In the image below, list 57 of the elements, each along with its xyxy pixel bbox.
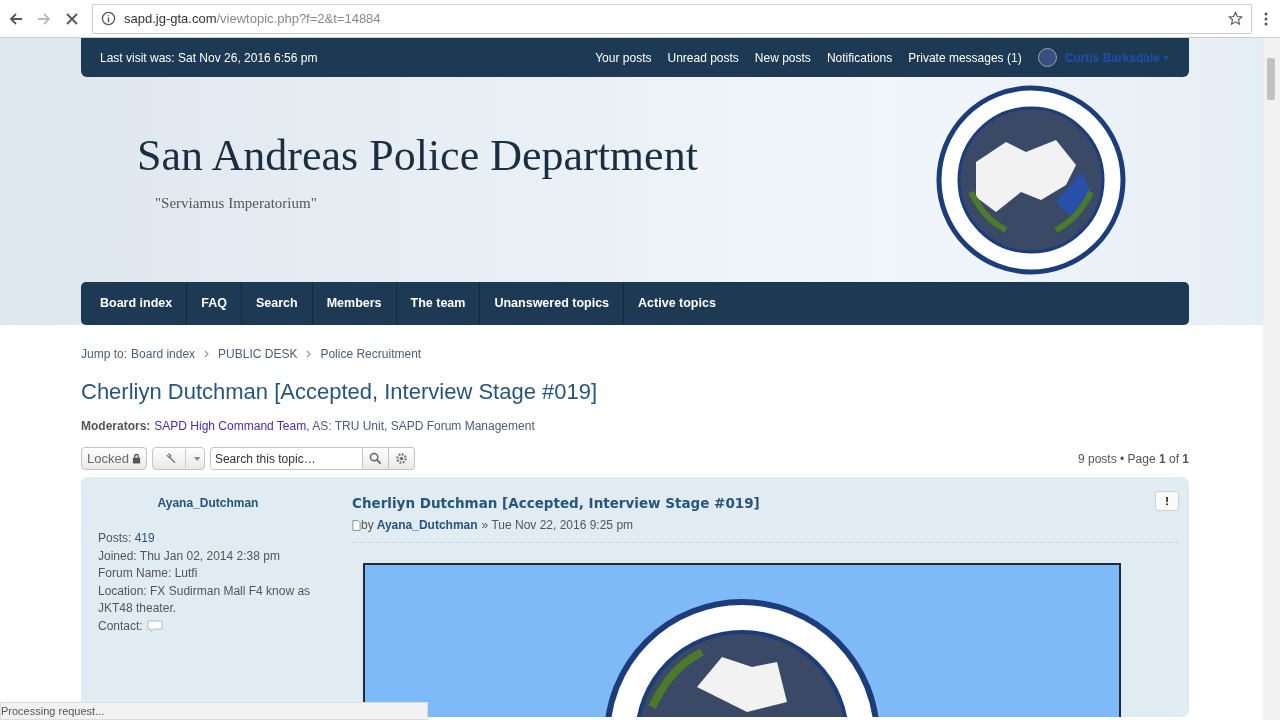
nav-link[interactable]: Members (311, 282, 396, 325)
chevron-icon (306, 350, 312, 358)
status-text: Processing request... (0, 702, 428, 720)
close-icon[interactable] (64, 10, 80, 27)
author-link[interactable]: Ayana_Dutchman (376, 518, 478, 532)
byline-label: by (361, 518, 374, 532)
last-visit-text: Last visit was: Sat Nov 26, 2016 6:56 pm (100, 50, 318, 65)
gear-icon (394, 452, 408, 465)
topic-title[interactable]: Cherliyn Dutchman [Accepted, Interview Stage #019] (81, 379, 1189, 405)
nav-link[interactable]: Board index (81, 282, 187, 325)
breadcrumb-link[interactable]: Police Recruitment (320, 347, 422, 361)
profile-field: Location: FX Sudirman Mall F4 know as JKT48 theater. (98, 582, 318, 618)
pagination-text: 9 posts • Page 1 of 1 (1078, 451, 1189, 466)
search-button[interactable] (362, 447, 389, 470)
profile-field: Joined: Thu Jan 02, 2014 2:38 pm (98, 547, 280, 565)
moderator-link[interactable]: , AS: TRU Unit, SAPD Forum Management (306, 419, 535, 433)
tools-button[interactable] (151, 447, 205, 470)
breadcrumb-label: Jump to: (81, 347, 128, 361)
site-title: San Andreas Police Department (137, 129, 698, 181)
back-arrow-icon[interactable] (8, 10, 24, 27)
author-name[interactable]: Ayana_Dutchman (157, 496, 259, 510)
address-bar[interactable]: sapd.jg-gta.com/viewtopic.php?f=2&t=14884 (92, 3, 1252, 34)
locked-button[interactable]: Locked (81, 447, 147, 470)
top-link[interactable]: Unread posts (667, 50, 739, 65)
nav-link[interactable]: Search (240, 282, 312, 325)
post-title[interactable]: Cherliyn Dutchman [Accepted, Interview Stage #019] (352, 495, 760, 511)
url-text: sapd.jg-gta.com/viewtopic.php?f=2&t=14884 (124, 11, 382, 26)
breadcrumb-link[interactable]: Board index (131, 347, 196, 361)
post-date: » Tue Nov 22, 2016 9:25 pm (481, 518, 634, 532)
breadcrumb-link[interactable]: PUBLIC DESK (218, 347, 298, 361)
nav-link[interactable]: The team (395, 282, 480, 325)
report-button[interactable]: ! (1155, 491, 1179, 511)
top-link[interactable]: New posts (754, 50, 811, 65)
top-link[interactable]: Notifications (826, 50, 893, 65)
wrench-icon (164, 452, 177, 465)
nav-link[interactable]: Active topics (623, 282, 730, 325)
top-link[interactable]: Your posts (595, 50, 652, 65)
advanced-search-button[interactable] (388, 447, 415, 470)
profile-field: Forum Name: Lutfi (98, 565, 198, 583)
lock-icon (131, 453, 141, 464)
scrollbar[interactable] (1263, 38, 1280, 720)
menu-icon[interactable] (1264, 10, 1268, 27)
info-icon (101, 11, 116, 26)
chevron-icon (204, 350, 210, 358)
search-field[interactable]: Search this topic… (209, 447, 363, 470)
profile-label: Contact: (98, 617, 143, 635)
moderators-label: Moderators: (81, 419, 151, 433)
star-icon[interactable] (1228, 11, 1243, 26)
profile-field: Posts: 419 (98, 530, 155, 548)
nav-link[interactable]: Unanswered topics (479, 282, 624, 325)
user-avatar (1037, 48, 1057, 67)
top-link[interactable]: Private messages (1) (908, 50, 1022, 65)
document-icon (352, 519, 361, 531)
search-icon (368, 452, 382, 465)
caret-icon (193, 456, 200, 461)
site-tagline: "Serviamus Imperatorium" (155, 194, 318, 212)
nav-link[interactable]: FAQ (186, 282, 241, 325)
